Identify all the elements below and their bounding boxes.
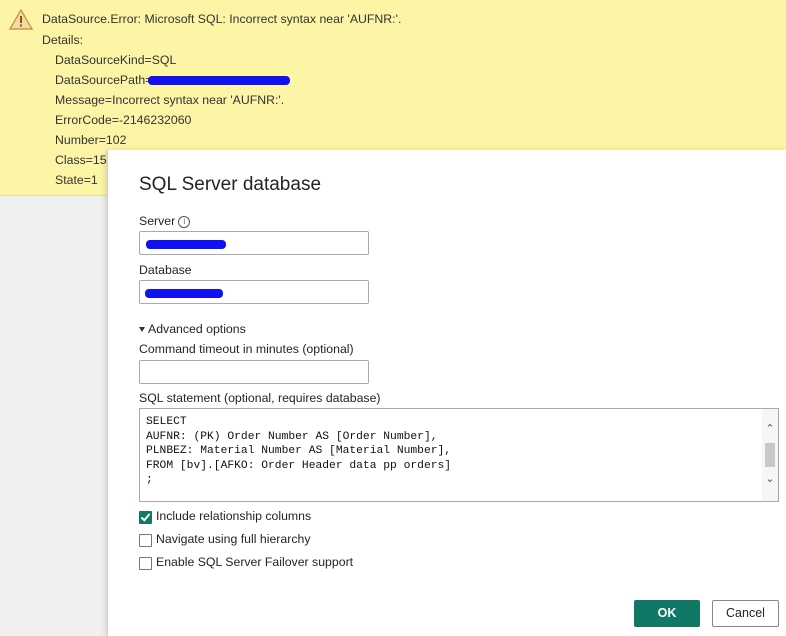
server-input[interactable] (139, 231, 369, 255)
error-source-kind: DataSourceKind=SQL (55, 53, 177, 67)
checkbox-icon (139, 557, 152, 570)
sql-line: SELECT (146, 416, 187, 428)
scroll-up-icon[interactable]: ⌃ (764, 423, 776, 435)
sql-server-dialog: SQL Server database Server i Database Adv… (107, 150, 786, 636)
sql-line: PLNBEZ: Material Number AS [Material Num… (146, 445, 452, 457)
sql-line: AUFNR: (PK) Order Number AS [Order Numbe… (146, 430, 438, 443)
sql-line: FROM [bv].[AFKO: Order Header data pp or… (146, 459, 452, 472)
database-input[interactable] (139, 280, 369, 304)
redaction-mark (146, 240, 226, 249)
error-code: ErrorCode=-2146232060 (55, 113, 192, 127)
ok-button[interactable]: OK (634, 600, 700, 627)
server-label: Server i (139, 214, 191, 228)
info-icon[interactable]: i (178, 216, 191, 228)
redaction-mark (145, 289, 223, 298)
dialog-title: SQL Server database (139, 174, 322, 195)
database-label: Database (139, 263, 192, 277)
error-message: Message=Incorrect syntax near 'AUFNR:'. (55, 93, 285, 107)
timeout-input[interactable] (139, 360, 369, 384)
sql-line: ; (146, 474, 153, 486)
cancel-button[interactable]: Cancel (712, 600, 779, 627)
sql-statement-label: SQL statement (optional, requires databa… (139, 391, 381, 405)
sql-scrollbar[interactable]: ⌃ ⌄ (762, 409, 778, 501)
timeout-label: Command timeout in minutes (optional) (139, 342, 354, 356)
error-source-path: DataSourcePath= (55, 73, 153, 87)
advanced-options-toggle[interactable]: Advanced options (139, 322, 246, 336)
checkbox-checked-icon (139, 511, 152, 524)
collapse-triangle-icon (139, 327, 145, 332)
checkbox-icon (139, 534, 152, 547)
error-details-label: Details: (42, 33, 84, 47)
error-title: DataSource.Error: Microsoft SQL: Incorre… (42, 12, 402, 26)
scroll-thumb[interactable] (765, 443, 775, 467)
sql-statement-textarea[interactable]: SELECT AUFNR: (PK) Order Number AS [Orde… (139, 408, 779, 502)
error-state: State=1 (55, 173, 98, 187)
scroll-down-icon[interactable]: ⌄ (764, 473, 776, 485)
sql-text: SELECT AUFNR: (PK) Order Number AS [Orde… (146, 415, 451, 488)
warning-icon (9, 9, 33, 30)
redaction-mark (148, 76, 290, 85)
error-number: Number=102 (55, 133, 127, 147)
error-class: Class=15 (55, 153, 107, 167)
